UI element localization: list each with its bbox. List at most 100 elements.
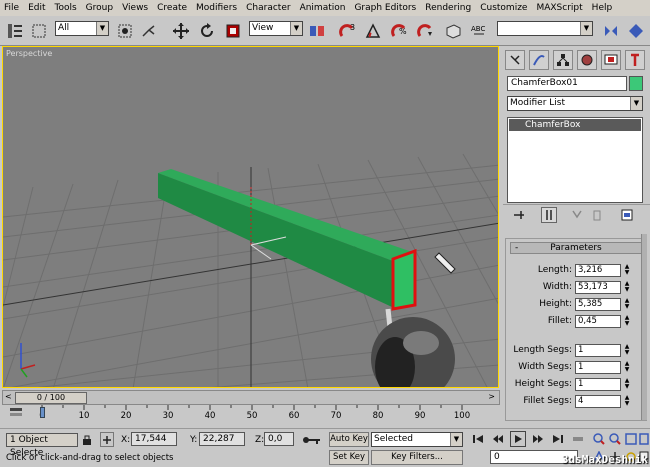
current-frame-marker[interactable] bbox=[40, 407, 45, 418]
length-input[interactable]: 3,216 bbox=[575, 264, 621, 277]
modifier-stack-item[interactable]: ChamferBox bbox=[509, 119, 641, 131]
menu-group[interactable]: Group bbox=[86, 3, 113, 13]
parameters-rollout-header[interactable]: - Parameters bbox=[510, 242, 642, 254]
menu-file[interactable]: File bbox=[4, 3, 19, 13]
go-to-start-icon[interactable] bbox=[470, 431, 486, 447]
chamferbox-object[interactable] bbox=[158, 169, 417, 311]
view-axis-tripod bbox=[20, 343, 36, 378]
display-tab-icon[interactable] bbox=[601, 50, 621, 70]
menu-create[interactable]: Create bbox=[157, 3, 187, 13]
auto-key-button[interactable]: Auto Key bbox=[329, 432, 369, 447]
fillet-segs-spinner-icon[interactable]: ▲ ▼ bbox=[623, 395, 631, 408]
modifier-list-select[interactable]: Modifier List ▼ bbox=[507, 96, 643, 111]
command-panel-tabs bbox=[503, 46, 650, 72]
key-mode-select[interactable]: Selected ▼ bbox=[371, 432, 463, 447]
previous-frame-icon[interactable] bbox=[490, 431, 506, 447]
menu-maxscript[interactable]: MAXScript bbox=[536, 3, 582, 13]
remove-modifier-icon[interactable] bbox=[589, 207, 605, 223]
width-spinner-icon[interactable]: ▲ ▼ bbox=[623, 281, 631, 294]
menu-modifiers[interactable]: Modifiers bbox=[196, 3, 237, 13]
x-coord-field[interactable]: 17,544 bbox=[131, 432, 177, 446]
height-segs-spinner-icon[interactable]: ▲ ▼ bbox=[623, 378, 631, 391]
select-and-rotate-icon[interactable] bbox=[196, 20, 218, 42]
select-object-icon[interactable] bbox=[114, 20, 136, 42]
stack-controls bbox=[503, 204, 650, 226]
height-spinner-icon[interactable]: ▲ ▼ bbox=[623, 298, 631, 311]
menu-tools[interactable]: Tools bbox=[55, 3, 77, 13]
zoom-all-icon[interactable] bbox=[608, 431, 622, 447]
perspective-viewport[interactable]: Perspective bbox=[2, 46, 499, 388]
y-coord-field[interactable]: 22,287 bbox=[199, 432, 245, 446]
percent-snap-icon[interactable]: % bbox=[388, 20, 410, 42]
key-filters-button[interactable]: Key Filters... bbox=[371, 450, 463, 465]
time-slider[interactable]: < 0 / 100 > bbox=[2, 390, 500, 405]
set-key-icon[interactable] bbox=[300, 432, 324, 448]
zoom-extents-icon[interactable] bbox=[624, 431, 638, 447]
menu-customize[interactable]: Customize bbox=[480, 3, 527, 13]
menu-help[interactable]: Help bbox=[592, 3, 613, 13]
play-icon[interactable] bbox=[510, 431, 526, 447]
time-slider-thumb[interactable]: 0 / 100 bbox=[15, 392, 87, 404]
select-and-link-icon[interactable] bbox=[138, 20, 160, 42]
menu-character[interactable]: Character bbox=[246, 3, 290, 13]
length-spinner-icon[interactable]: ▲ ▼ bbox=[623, 264, 631, 277]
fillet-segs-input[interactable]: 4 bbox=[575, 395, 621, 408]
menu-views[interactable]: Views bbox=[122, 3, 148, 13]
chevron-right-icon[interactable]: > bbox=[488, 392, 495, 401]
reference-coordinate-select[interactable]: View ▼ bbox=[249, 21, 303, 36]
length-segs-input[interactable]: 1 bbox=[575, 344, 621, 357]
width-segs-spinner-icon[interactable]: ▲ ▼ bbox=[623, 361, 631, 374]
mirror-icon[interactable] bbox=[600, 20, 622, 42]
wheel-object[interactable] bbox=[371, 308, 455, 388]
motion-tab-icon[interactable] bbox=[577, 50, 597, 70]
select-and-move-icon[interactable] bbox=[170, 20, 192, 42]
go-to-end-icon[interactable] bbox=[550, 431, 566, 447]
align-icon[interactable] bbox=[625, 20, 647, 42]
fillet-input[interactable]: 0,45 bbox=[575, 315, 621, 328]
absolute-mode-icon[interactable] bbox=[100, 432, 114, 447]
time-slider-area: < 0 / 100 > 0102030405060708090100 bbox=[0, 390, 503, 430]
edit-named-selection-icon[interactable]: ABC bbox=[468, 20, 490, 42]
key-mode-toggle-icon[interactable] bbox=[570, 431, 586, 447]
region-select-icon[interactable] bbox=[28, 20, 50, 42]
utilities-tab-icon[interactable] bbox=[625, 50, 645, 70]
z-coord-field[interactable]: 0,0 bbox=[264, 432, 294, 446]
chevron-left-icon[interactable]: < bbox=[5, 392, 12, 401]
zoom-extents-all-icon[interactable] bbox=[638, 431, 650, 447]
zoom-icon[interactable] bbox=[592, 431, 606, 447]
lock-selection-icon[interactable] bbox=[80, 432, 94, 447]
create-tab-icon[interactable] bbox=[505, 50, 525, 70]
next-frame-icon[interactable] bbox=[530, 431, 546, 447]
configure-modifier-sets-icon[interactable] bbox=[619, 207, 635, 223]
object-color-swatch[interactable] bbox=[629, 76, 643, 91]
named-selection-set-input[interactable]: ▼ bbox=[497, 21, 593, 36]
pivot-center-icon[interactable] bbox=[306, 20, 328, 42]
snaps-toggle-icon[interactable]: 3 bbox=[336, 20, 358, 42]
selection-filter-select[interactable]: All ▼ bbox=[55, 21, 109, 36]
menu-animation[interactable]: Animation bbox=[300, 3, 346, 13]
show-end-result-icon[interactable] bbox=[541, 207, 557, 223]
modifier-stack[interactable]: ChamferBox bbox=[507, 117, 643, 203]
hierarchy-tab-icon[interactable] bbox=[553, 50, 573, 70]
menu-rendering[interactable]: Rendering bbox=[425, 3, 471, 13]
set-key-button[interactable]: Set Key bbox=[329, 450, 369, 465]
menu-edit[interactable]: Edit bbox=[28, 3, 45, 13]
make-unique-icon[interactable] bbox=[569, 207, 585, 223]
angle-snap-icon[interactable] bbox=[362, 20, 384, 42]
spinner-snap-icon[interactable] bbox=[414, 20, 436, 42]
width-input[interactable]: 53,173 bbox=[575, 281, 621, 294]
modify-tab-icon[interactable] bbox=[529, 50, 549, 70]
object-name-field[interactable]: ChamferBox01 bbox=[507, 76, 627, 91]
menu-graph-editors[interactable]: Graph Editors bbox=[354, 3, 416, 13]
select-and-scale-icon[interactable] bbox=[222, 20, 244, 42]
width-segs-input[interactable]: 1 bbox=[575, 361, 621, 374]
track-bar[interactable]: 0102030405060708090100 bbox=[0, 405, 503, 419]
height-segs-input[interactable]: 1 bbox=[575, 378, 621, 391]
pin-stack-icon[interactable] bbox=[511, 207, 527, 223]
named-selection-sets-icon[interactable] bbox=[442, 20, 464, 42]
height-input[interactable]: 5,385 bbox=[575, 298, 621, 311]
fillet-spinner-icon[interactable]: ▲ ▼ bbox=[623, 315, 631, 328]
select-by-name-icon[interactable] bbox=[4, 20, 26, 42]
length-segs-spinner-icon[interactable]: ▲ ▼ bbox=[623, 344, 631, 357]
panel-scrollbar[interactable] bbox=[641, 234, 647, 420]
